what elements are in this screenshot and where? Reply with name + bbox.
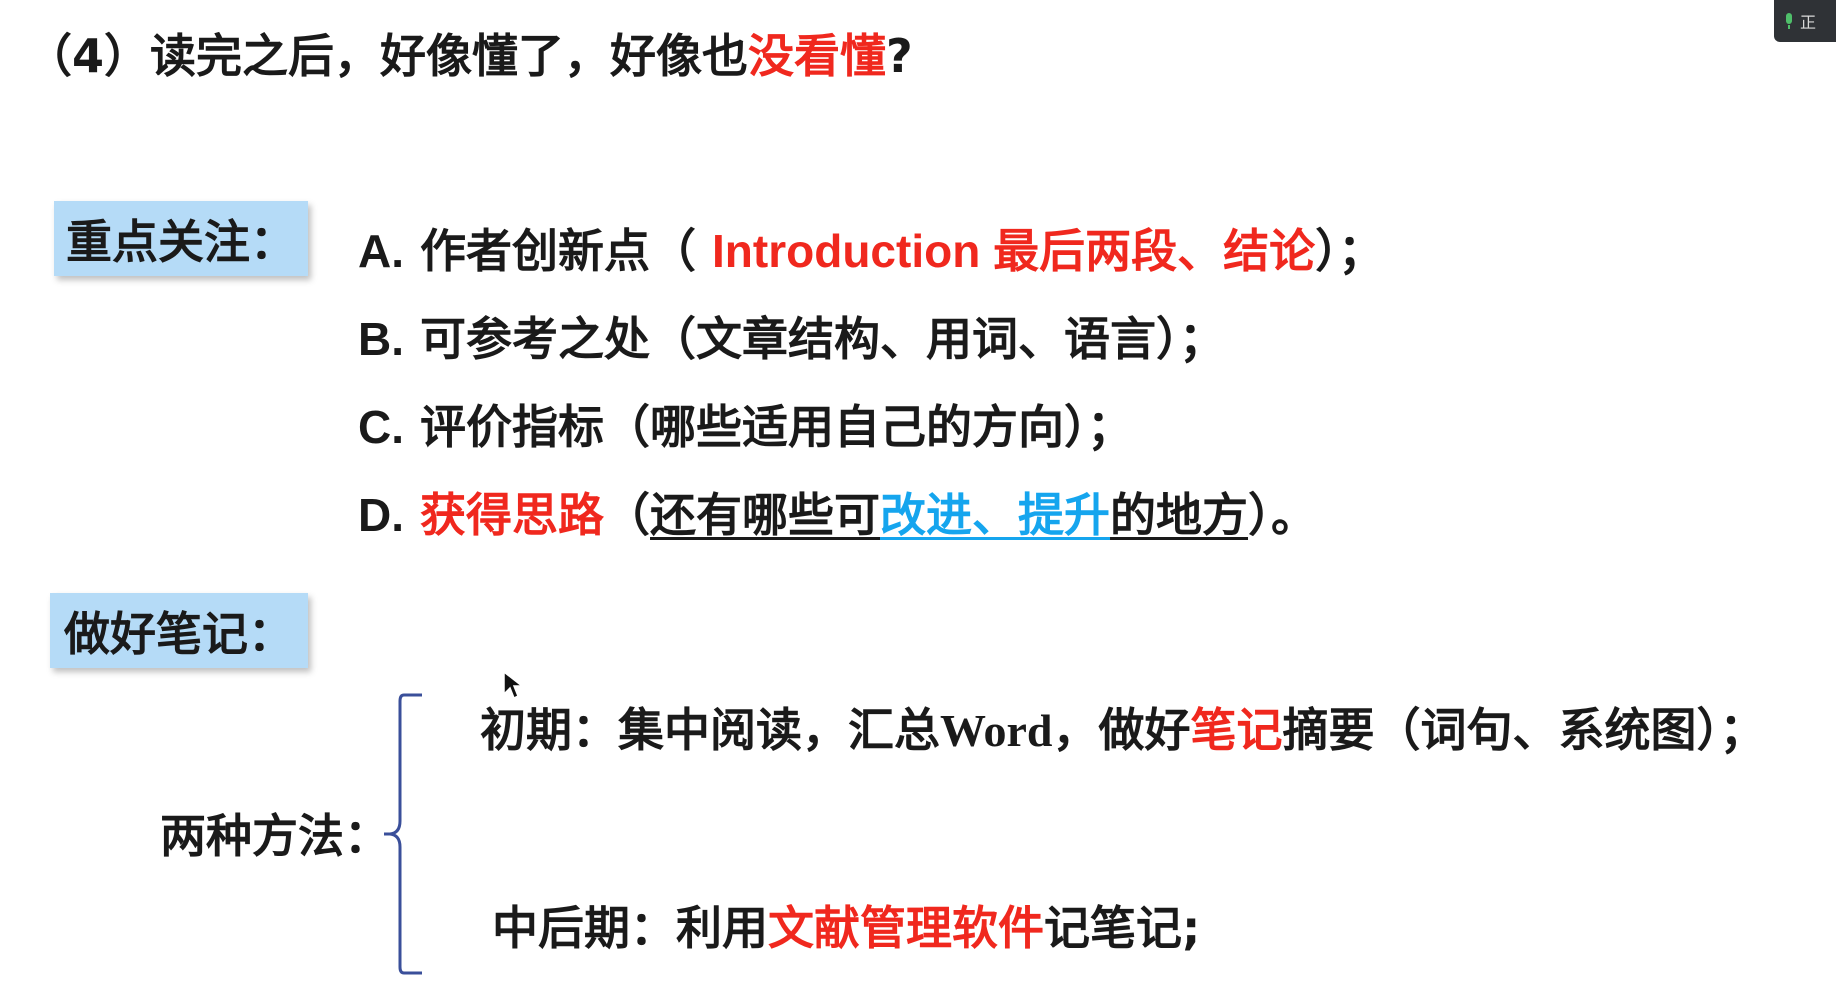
item-letter: B. — [358, 313, 404, 365]
focus-item-d: D. 获得思路（还有哪些可改进、提升的地方）。 — [358, 482, 1384, 570]
item-highlight: Introduction 最后两段、结论 — [712, 225, 1316, 277]
mic-icon[interactable] — [1784, 13, 1794, 29]
focus-item-c: C. 评价指标（哪些适用自己的方向）； — [358, 394, 1384, 482]
item-letter: A. — [358, 225, 404, 277]
focus-label: 重点关注： — [54, 201, 308, 276]
meeting-status-widget[interactable]: 正 — [1774, 0, 1836, 42]
focus-label-text: 重点关注： — [66, 214, 296, 269]
item-text: 可参考之处（文章结构、用词、语言）； — [404, 312, 1226, 366]
corner-widget-text: 正 — [1800, 13, 1817, 32]
item-underline-2: 的地方 — [1110, 488, 1249, 542]
mouse-cursor-icon — [503, 670, 525, 700]
method-early-word: Word — [940, 705, 1053, 756]
slide: （4）读完之后，好像懂了，好像也没看懂? 重点关注： A. 作者创新点（ Int… — [0, 0, 1836, 992]
method-late: 中后期：利用文献管理软件记笔记; — [492, 898, 1200, 958]
item-text-before: 作者创新点（ — [404, 224, 713, 278]
title-highlight: 没看懂 — [748, 29, 887, 83]
notes-label-text: 做好笔记： — [64, 606, 294, 661]
focus-item-b: B. 可参考之处（文章结构、用词、语言）； — [358, 306, 1384, 394]
notes-label: 做好笔记： — [50, 593, 308, 668]
focus-list: A. 作者创新点（ Introduction 最后两段、结论）； B. 可参考之… — [358, 218, 1384, 570]
method-early-middle: ，做好 — [1052, 703, 1191, 757]
method-late-before: 中后期：利用 — [492, 901, 768, 955]
method-early-before: 初期：集中阅读，汇总 — [480, 703, 940, 757]
item-letter: C. — [358, 401, 404, 453]
slide-title: （4）读完之后，好像懂了，好像也没看懂? — [26, 26, 913, 86]
method-early-after: 摘要（词句、系统图）； — [1282, 703, 1766, 757]
title-suffix: ? — [886, 29, 913, 83]
method-late-after: 记笔记; — [1044, 901, 1201, 955]
item-text-after: ）； — [1315, 224, 1385, 278]
item-text: 评价指标（哪些适用自己的方向）； — [404, 400, 1134, 454]
item-blue-text: 改进、提升 — [880, 488, 1111, 542]
method-late-highlight: 文献管理软件 — [768, 901, 1044, 955]
method-early: 初期：集中阅读，汇总Word，做好笔记摘要（词句、系统图）； — [480, 700, 1765, 761]
method-early-highlight: 笔记 — [1190, 703, 1283, 757]
focus-item-a: A. 作者创新点（ Introduction 最后两段、结论）； — [358, 218, 1384, 306]
methods-label: 两种方法： — [160, 809, 390, 863]
item-paren-close: ）。 — [1248, 488, 1318, 542]
item-underline-1: 还有哪些可 — [650, 488, 881, 542]
item-letter: D. — [358, 489, 404, 541]
item-paren-open: （ — [604, 488, 651, 542]
title-prefix: （4）读完之后，好像懂了，好像也 — [26, 29, 749, 83]
brace-icon — [384, 693, 422, 975]
item-highlight: 获得思路 — [404, 488, 605, 542]
